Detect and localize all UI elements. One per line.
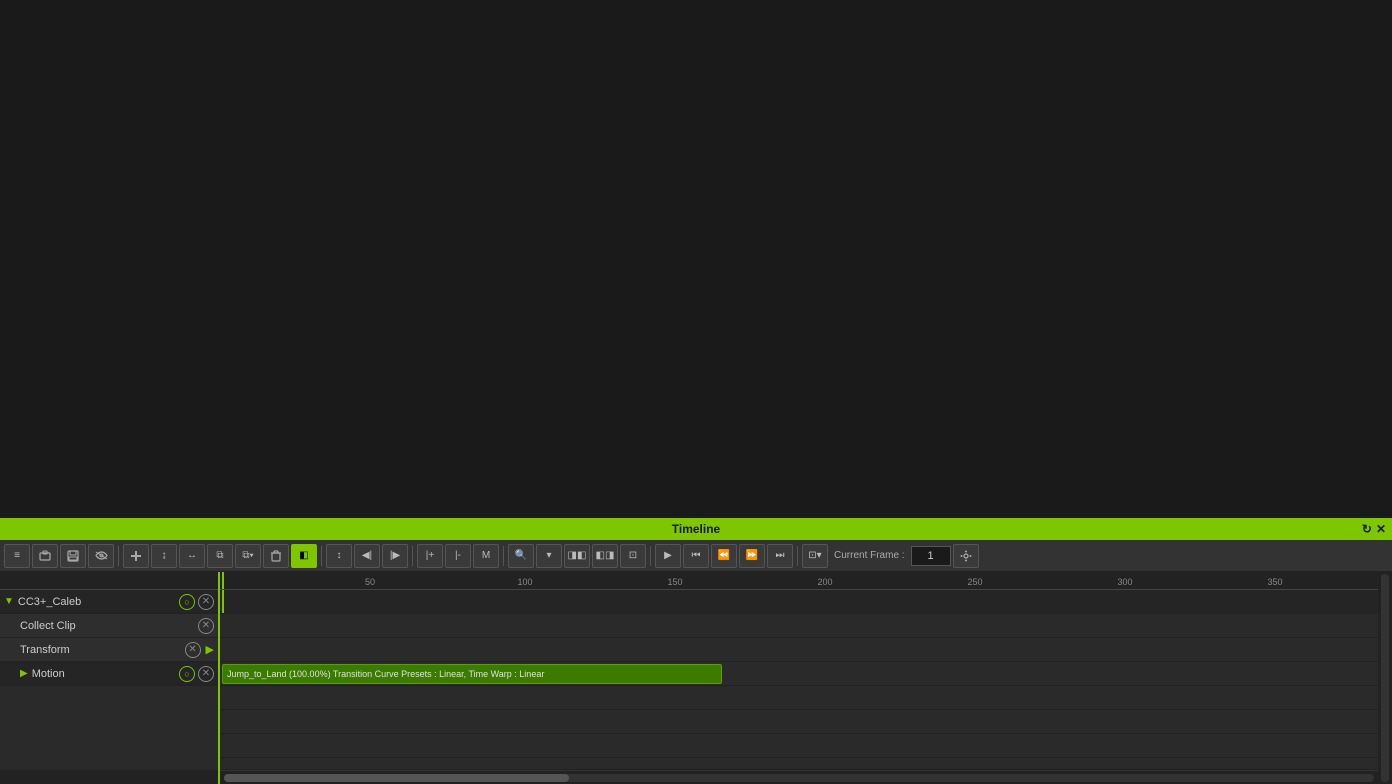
timeline-content: ▼ CC3+_Caleb ○ ✕ Collect Clip ✕ Transfor…: [0, 572, 1392, 784]
track-row-collect-clip[interactable]: [220, 614, 1378, 638]
track-headers-filler: [0, 686, 218, 770]
track-controls-collect-clip: ✕: [198, 618, 214, 634]
track-controls-motion: ○ ✕: [179, 666, 214, 682]
toolbar-key-insert[interactable]: |+: [417, 544, 443, 568]
timeline-close-icon[interactable]: ✕: [1376, 523, 1386, 535]
ruler-mark-300: 300: [1125, 572, 1140, 589]
toolbar-sep-6: [797, 546, 798, 566]
timeline-title-controls: ↻ ✕: [1362, 523, 1386, 535]
toolbar-range[interactable]: ⊡▾: [802, 544, 828, 568]
timeline-refresh-icon[interactable]: ↻: [1362, 523, 1372, 535]
ruler-mark-200: 200: [825, 572, 840, 589]
track-row-empty-3: [220, 734, 1378, 758]
timeline-panel: Timeline ↻ ✕ ≡: [0, 518, 1392, 784]
track-row-empty-4: [220, 758, 1378, 770]
toolbar-fit-keys[interactable]: ◧◨: [592, 544, 618, 568]
track-row-cc3-caleb[interactable]: [220, 590, 1378, 614]
track-row-motion[interactable]: Jump_to_Land (100.00%) Transition Curve …: [220, 662, 1378, 686]
toolbar-sep-3: [412, 546, 413, 566]
track-headers: ▼ CC3+_Caleb ○ ✕ Collect Clip ✕ Transfor…: [0, 572, 220, 784]
viewport: [0, 0, 1392, 518]
toolbar-add-track-before[interactable]: [123, 544, 149, 568]
vert-scrollbar: [1378, 572, 1392, 784]
toolbar-sep-2: [321, 546, 322, 566]
toolbar-step-fwd[interactable]: ⏩: [739, 544, 765, 568]
ruler-mark-100: 100: [525, 572, 540, 589]
toolbar-copy[interactable]: ⧉: [207, 544, 233, 568]
toolbar-sep-5: [650, 546, 651, 566]
current-frame-input[interactable]: [911, 546, 951, 566]
track-area: 50 100 150 200 250 300 350: [220, 572, 1378, 784]
toolbar-eye[interactable]: [88, 544, 114, 568]
toolbar-camera[interactable]: [32, 544, 58, 568]
track-mute-collect-clip[interactable]: ✕: [198, 618, 214, 634]
toolbar-go-last[interactable]: ⏭: [767, 544, 793, 568]
timeline-ruler[interactable]: 50 100 150 200 250 300 350: [220, 572, 1378, 590]
toolbar-play[interactable]: ▶: [655, 544, 681, 568]
h-scroll-thumb[interactable]: [224, 774, 569, 782]
ruler-spacer: [0, 572, 218, 590]
toolbar-zoom-in[interactable]: 🔍: [508, 544, 534, 568]
track-name-transform: Transform: [20, 644, 185, 656]
h-scroll-track[interactable]: [224, 774, 1374, 782]
toolbar-zoom-opts[interactable]: ▾: [536, 544, 562, 568]
current-frame-label: Current Frame :: [834, 550, 905, 561]
track-row-empty-2: [220, 710, 1378, 734]
track-headers-scroll-spacer: [0, 770, 218, 784]
toolbar-add-track-3[interactable]: ↔: [179, 544, 205, 568]
ruler-mark-50: 50: [370, 572, 380, 589]
track-arrow-transform: ▶: [206, 643, 214, 656]
ruler-mark-250: 250: [975, 572, 990, 589]
track-header-motion: ▶ Motion ○ ✕: [0, 662, 218, 686]
track-name-collect-clip: Collect Clip: [20, 620, 198, 632]
toolbar-sep-1: [118, 546, 119, 566]
timeline-title: Timeline: [672, 522, 720, 536]
ruler-mark-150: 150: [675, 572, 690, 589]
track-name-cc3-caleb: CC3+_Caleb: [18, 596, 179, 608]
motion-clip-label: Jump_to_Land (100.00%) Transition Curve …: [227, 669, 544, 679]
toolbar-go-first[interactable]: ⏮: [683, 544, 709, 568]
toolbar-sep-4: [503, 546, 504, 566]
toolbar-fit-horz[interactable]: ◨◧: [564, 544, 590, 568]
toolbar-options[interactable]: [953, 544, 979, 568]
toolbar-delete-track[interactable]: [263, 544, 289, 568]
toolbar-prev-key[interactable]: ◀|: [354, 544, 380, 568]
expand-cc3-caleb[interactable]: ▼: [4, 596, 14, 607]
timeline-titlebar: Timeline ↻ ✕: [0, 518, 1392, 540]
track-header-transform: Transform ✕ ▶: [0, 638, 218, 662]
toolbar-highlight[interactable]: ◧: [291, 544, 317, 568]
track-row-transform[interactable]: [220, 638, 1378, 662]
track-header-cc3-caleb: ▼ CC3+_Caleb ○ ✕: [0, 590, 218, 614]
toolbar-step-back[interactable]: ⏪: [711, 544, 737, 568]
track-solo-motion[interactable]: ○: [179, 666, 195, 682]
track-solo-cc3-caleb[interactable]: ○: [179, 594, 195, 610]
toolbar-next-key[interactable]: |▶: [382, 544, 408, 568]
timeline-scrollbar: [220, 770, 1378, 784]
toolbar-sort[interactable]: ↕: [326, 544, 352, 568]
timeline-toolbar: ≡: [0, 540, 1392, 572]
track-mute-cc3-caleb[interactable]: ✕: [198, 594, 214, 610]
track-mute-transform[interactable]: ✕: [185, 642, 201, 658]
expand-motion[interactable]: ▶: [20, 668, 28, 679]
playhead[interactable]: [222, 572, 224, 589]
row-playhead-cc3: [222, 590, 224, 613]
v-scroll-track[interactable]: [1381, 574, 1389, 782]
track-row-empty-1: [220, 686, 1378, 710]
motion-clip[interactable]: Jump_to_Land (100.00%) Transition Curve …: [222, 664, 722, 684]
ruler-mark-350: 350: [1275, 572, 1290, 589]
toolbar-key-type[interactable]: M: [473, 544, 499, 568]
toolbar-key-delete[interactable]: |-: [445, 544, 471, 568]
toolbar-save[interactable]: [60, 544, 86, 568]
toolbar-copy-opts[interactable]: ⧉▾: [235, 544, 261, 568]
toolbar-toggle-all[interactable]: ≡: [4, 544, 30, 568]
toolbar-add-track-after[interactable]: ↨: [151, 544, 177, 568]
track-controls-cc3-caleb: ○ ✕: [179, 594, 214, 610]
track-controls-transform: ✕ ▶: [185, 642, 214, 658]
track-header-collect-clip: Collect Clip ✕: [0, 614, 218, 638]
track-name-motion: Motion: [32, 668, 179, 680]
track-mute-motion[interactable]: ✕: [198, 666, 214, 682]
toolbar-frame[interactable]: ⊡: [620, 544, 646, 568]
track-rows: Jump_to_Land (100.00%) Transition Curve …: [220, 590, 1378, 770]
